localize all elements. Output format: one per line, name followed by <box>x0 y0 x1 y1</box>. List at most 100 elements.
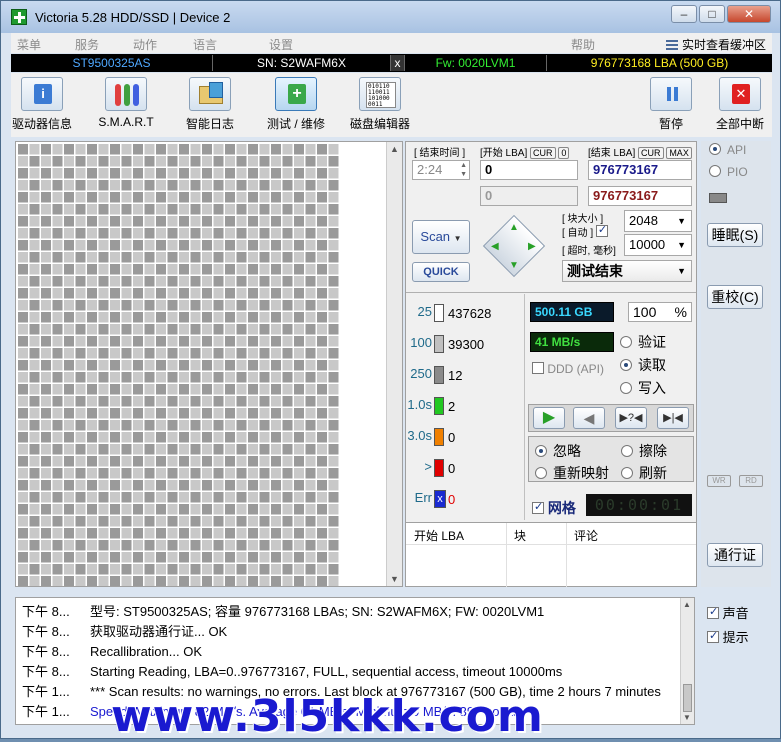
start-zero-button[interactable]: 0 <box>558 147 570 159</box>
butterfly-button[interactable]: ▶|◀ <box>657 407 689 429</box>
scan-block <box>156 444 166 455</box>
menu-help[interactable]: 帮助 <box>571 36 595 53</box>
scan-block <box>156 336 166 347</box>
scan-block <box>144 300 155 311</box>
verify-radio[interactable]: 验证 <box>620 332 666 352</box>
hint-checkbox[interactable]: 提示 <box>707 627 749 646</box>
scan-block <box>236 444 247 455</box>
scan-block <box>225 324 235 335</box>
menu-menu[interactable]: 菜单 <box>17 36 41 53</box>
log-scroll-thumb[interactable] <box>683 684 692 712</box>
block-size-select[interactable]: 2048 ▼ <box>624 210 692 232</box>
scan-block <box>213 204 224 215</box>
write-radio[interactable]: 写入 <box>620 378 666 398</box>
scan-block <box>121 468 132 479</box>
scan-block <box>41 528 51 539</box>
refresh-radio[interactable]: 刷新 <box>621 463 667 483</box>
remap-radio[interactable]: 重新映射 <box>535 463 609 483</box>
timeout-select[interactable]: 10000 ▼ <box>624 234 692 256</box>
close-button[interactable]: ✕ <box>727 5 771 23</box>
start-cur-button[interactable]: CUR <box>530 147 556 159</box>
scan-block <box>317 204 327 215</box>
test-status-select[interactable]: 测试结束 ▼ <box>562 260 692 282</box>
menu-service[interactable]: 服务 <box>75 36 99 53</box>
drive-info-button[interactable]: i 驱动器信息 <box>11 77 73 132</box>
time-spinner-icon[interactable]: ▲ ▼ <box>460 161 467 179</box>
read-radio[interactable]: 读取 <box>620 355 666 375</box>
scan-block <box>317 240 327 251</box>
abort-all-button[interactable]: ✕ 全部中断 <box>711 77 769 132</box>
scan-block <box>305 204 316 215</box>
menu-language[interactable]: 语言 <box>193 36 217 53</box>
scan-block <box>75 216 86 227</box>
sleep-button[interactable]: 睡眠(S) <box>707 223 763 247</box>
auto-checkbox[interactable] <box>595 223 608 237</box>
scan-block <box>259 204 270 215</box>
log-scrollbar[interactable]: ▲ ▼ <box>680 598 694 724</box>
scan-block <box>317 396 327 407</box>
realtime-buffer-toggle[interactable]: 实时查看缓冲区 <box>665 36 766 53</box>
scan-block <box>64 576 74 586</box>
play-backward-button[interactable]: ◀ <box>573 407 605 429</box>
menu-action[interactable]: 动作 <box>133 36 157 53</box>
scan-block <box>29 216 40 227</box>
sound-checkbox[interactable]: 声音 <box>707 603 749 622</box>
play-forward-button[interactable]: ▶ <box>533 407 565 429</box>
ddd-api-checkbox[interactable]: DDD (API) <box>532 362 604 376</box>
menu-settings[interactable]: 设置 <box>269 36 293 53</box>
scan-block <box>202 480 212 491</box>
col-comment[interactable]: 评论 <box>574 527 598 544</box>
scan-block <box>225 300 235 311</box>
scan-block <box>144 252 155 263</box>
recalibrate-button[interactable]: 重校(C) <box>707 285 763 309</box>
col-blocks[interactable]: 块 <box>514 527 526 544</box>
ignore-radio[interactable]: 忽略 <box>535 441 581 461</box>
api-radio[interactable]: API <box>709 143 746 157</box>
scan-block <box>29 420 40 431</box>
log-scroll-up-icon[interactable]: ▲ <box>683 600 691 609</box>
smart-log-button[interactable]: 智能日志 <box>179 77 241 132</box>
passport-button[interactable]: 通行证 <box>707 543 763 567</box>
scan-block <box>98 336 109 347</box>
minimize-button[interactable]: – <box>671 5 697 23</box>
disk-editor-button[interactable]: 010110 110011 101000 0011 磁盘编辑器 <box>347 77 413 132</box>
smart-button[interactable]: S.M.A.R.T <box>95 77 157 129</box>
scan-block <box>18 384 28 395</box>
scan-block <box>167 240 178 251</box>
scan-button[interactable]: Scan ▼ <box>412 220 470 254</box>
test-repair-button[interactable]: + 测试 / 维修 <box>263 77 329 132</box>
scroll-up-icon[interactable]: ▲ <box>390 144 399 154</box>
log-scroll-down-icon[interactable]: ▼ <box>683 713 691 722</box>
col-start-lba[interactable]: 开始 LBA <box>414 527 464 544</box>
map-scrollbar[interactable]: ▲ ▼ <box>386 142 402 586</box>
scroll-down-icon[interactable]: ▼ <box>390 574 399 584</box>
eject-drive-button[interactable]: x <box>391 55 405 71</box>
end-max-button[interactable]: MAX <box>666 147 692 159</box>
quick-button[interactable]: QUICK <box>412 262 470 282</box>
end-lba-input[interactable]: 976773167 <box>588 160 692 180</box>
scan-block <box>133 360 143 371</box>
pause-button[interactable]: 暂停 <box>647 77 695 132</box>
scan-block <box>121 348 132 359</box>
scan-block <box>29 372 40 383</box>
end-time-field[interactable]: 2:24 ▲ ▼ <box>412 160 470 180</box>
scan-block <box>294 432 304 443</box>
scan-block <box>29 564 40 575</box>
scan-block <box>64 468 74 479</box>
pio-radio[interactable]: PIO <box>709 165 748 179</box>
erase-radio[interactable]: 擦除 <box>621 441 667 461</box>
direction-pad[interactable]: ▲ ▼ ◀ ▶ <box>482 214 546 278</box>
end-cur-button[interactable]: CUR <box>638 147 664 159</box>
scan-block <box>87 312 97 323</box>
start-lba-input[interactable]: 0 <box>480 160 578 180</box>
scan-block <box>282 204 293 215</box>
scan-block <box>282 216 293 227</box>
maximize-button[interactable]: □ <box>699 5 725 23</box>
random-seek-button[interactable]: ▶?◀ <box>615 407 647 429</box>
scan-block <box>75 480 86 491</box>
scan-block <box>64 456 74 467</box>
scan-block <box>75 372 86 383</box>
scan-block <box>179 324 189 335</box>
scan-block <box>225 540 235 551</box>
grid-checkbox[interactable]: 网格 <box>532 498 576 518</box>
